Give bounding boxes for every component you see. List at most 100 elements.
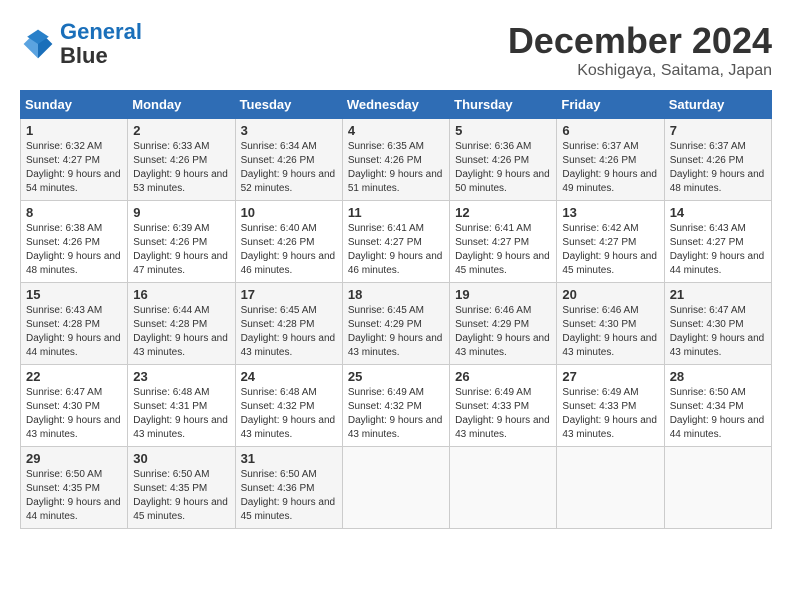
day-info: Sunrise: 6:46 AMSunset: 4:29 PMDaylight:… <box>455 304 551 360</box>
day-info: Sunrise: 6:36 AMSunset: 4:26 PMDaylight:… <box>455 140 551 196</box>
day-number: 5 <box>455 123 551 138</box>
day-number: 20 <box>562 287 658 302</box>
day-cell: 9 Sunrise: 6:39 AMSunset: 4:26 PMDayligh… <box>128 201 235 283</box>
day-info: Sunrise: 6:43 AMSunset: 4:27 PMDaylight:… <box>670 222 766 278</box>
day-number: 8 <box>26 205 122 220</box>
day-number: 24 <box>241 369 337 384</box>
day-info: Sunrise: 6:48 AMSunset: 4:31 PMDaylight:… <box>133 386 229 442</box>
day-cell: 26 Sunrise: 6:49 AMSunset: 4:33 PMDaylig… <box>450 365 557 447</box>
day-cell: 2 Sunrise: 6:33 AMSunset: 4:26 PMDayligh… <box>128 119 235 201</box>
day-info: Sunrise: 6:47 AMSunset: 4:30 PMDaylight:… <box>26 386 122 442</box>
week-row-1: 1 Sunrise: 6:32 AMSunset: 4:27 PMDayligh… <box>21 119 772 201</box>
day-info: Sunrise: 6:49 AMSunset: 4:33 PMDaylight:… <box>562 386 658 442</box>
day-cell: 14 Sunrise: 6:43 AMSunset: 4:27 PMDaylig… <box>664 201 771 283</box>
day-cell: 3 Sunrise: 6:34 AMSunset: 4:26 PMDayligh… <box>235 119 342 201</box>
day-cell: 18 Sunrise: 6:45 AMSunset: 4:29 PMDaylig… <box>342 283 449 365</box>
day-cell: 11 Sunrise: 6:41 AMSunset: 4:27 PMDaylig… <box>342 201 449 283</box>
day-number: 4 <box>348 123 444 138</box>
day-info: Sunrise: 6:40 AMSunset: 4:26 PMDaylight:… <box>241 222 337 278</box>
day-cell: 17 Sunrise: 6:45 AMSunset: 4:28 PMDaylig… <box>235 283 342 365</box>
day-number: 16 <box>133 287 229 302</box>
day-cell: 6 Sunrise: 6:37 AMSunset: 4:26 PMDayligh… <box>557 119 664 201</box>
day-number: 17 <box>241 287 337 302</box>
days-header-row: SundayMondayTuesdayWednesdayThursdayFrid… <box>21 91 772 119</box>
day-cell: 20 Sunrise: 6:46 AMSunset: 4:30 PMDaylig… <box>557 283 664 365</box>
day-header-monday: Monday <box>128 91 235 119</box>
day-cell: 5 Sunrise: 6:36 AMSunset: 4:26 PMDayligh… <box>450 119 557 201</box>
day-info: Sunrise: 6:49 AMSunset: 4:33 PMDaylight:… <box>455 386 551 442</box>
day-number: 10 <box>241 205 337 220</box>
day-info: Sunrise: 6:35 AMSunset: 4:26 PMDaylight:… <box>348 140 444 196</box>
day-number: 14 <box>670 205 766 220</box>
day-cell: 7 Sunrise: 6:37 AMSunset: 4:26 PMDayligh… <box>664 119 771 201</box>
day-cell: 13 Sunrise: 6:42 AMSunset: 4:27 PMDaylig… <box>557 201 664 283</box>
day-cell: 28 Sunrise: 6:50 AMSunset: 4:34 PMDaylig… <box>664 365 771 447</box>
day-header-sunday: Sunday <box>21 91 128 119</box>
day-info: Sunrise: 6:50 AMSunset: 4:35 PMDaylight:… <box>133 468 229 524</box>
day-number: 18 <box>348 287 444 302</box>
day-number: 19 <box>455 287 551 302</box>
day-cell: 21 Sunrise: 6:47 AMSunset: 4:30 PMDaylig… <box>664 283 771 365</box>
day-info: Sunrise: 6:47 AMSunset: 4:30 PMDaylight:… <box>670 304 766 360</box>
day-info: Sunrise: 6:38 AMSunset: 4:26 PMDaylight:… <box>26 222 122 278</box>
day-number: 13 <box>562 205 658 220</box>
day-cell: 29 Sunrise: 6:50 AMSunset: 4:35 PMDaylig… <box>21 447 128 529</box>
day-number: 26 <box>455 369 551 384</box>
day-info: Sunrise: 6:32 AMSunset: 4:27 PMDaylight:… <box>26 140 122 196</box>
day-number: 15 <box>26 287 122 302</box>
day-header-wednesday: Wednesday <box>342 91 449 119</box>
day-cell: 23 Sunrise: 6:48 AMSunset: 4:31 PMDaylig… <box>128 365 235 447</box>
page-header: General Blue December 2024 Koshigaya, Sa… <box>20 20 772 80</box>
day-number: 31 <box>241 451 337 466</box>
month-title: December 2024 <box>508 20 772 62</box>
day-cell <box>664 447 771 529</box>
day-info: Sunrise: 6:41 AMSunset: 4:27 PMDaylight:… <box>348 222 444 278</box>
day-number: 29 <box>26 451 122 466</box>
day-cell: 31 Sunrise: 6:50 AMSunset: 4:36 PMDaylig… <box>235 447 342 529</box>
day-header-tuesday: Tuesday <box>235 91 342 119</box>
day-number: 21 <box>670 287 766 302</box>
day-info: Sunrise: 6:34 AMSunset: 4:26 PMDaylight:… <box>241 140 337 196</box>
day-info: Sunrise: 6:45 AMSunset: 4:28 PMDaylight:… <box>241 304 337 360</box>
day-cell: 4 Sunrise: 6:35 AMSunset: 4:26 PMDayligh… <box>342 119 449 201</box>
day-header-friday: Friday <box>557 91 664 119</box>
location: Koshigaya, Saitama, Japan <box>508 62 772 80</box>
day-number: 9 <box>133 205 229 220</box>
day-cell: 10 Sunrise: 6:40 AMSunset: 4:26 PMDaylig… <box>235 201 342 283</box>
day-cell: 19 Sunrise: 6:46 AMSunset: 4:29 PMDaylig… <box>450 283 557 365</box>
day-info: Sunrise: 6:50 AMSunset: 4:34 PMDaylight:… <box>670 386 766 442</box>
day-number: 11 <box>348 205 444 220</box>
day-cell: 1 Sunrise: 6:32 AMSunset: 4:27 PMDayligh… <box>21 119 128 201</box>
day-number: 22 <box>26 369 122 384</box>
day-info: Sunrise: 6:49 AMSunset: 4:32 PMDaylight:… <box>348 386 444 442</box>
logo: General Blue <box>20 20 142 68</box>
day-info: Sunrise: 6:50 AMSunset: 4:36 PMDaylight:… <box>241 468 337 524</box>
day-info: Sunrise: 6:37 AMSunset: 4:26 PMDaylight:… <box>670 140 766 196</box>
day-number: 1 <box>26 123 122 138</box>
day-number: 6 <box>562 123 658 138</box>
day-cell: 15 Sunrise: 6:43 AMSunset: 4:28 PMDaylig… <box>21 283 128 365</box>
day-info: Sunrise: 6:42 AMSunset: 4:27 PMDaylight:… <box>562 222 658 278</box>
logo-text: General Blue <box>60 20 142 68</box>
day-number: 7 <box>670 123 766 138</box>
day-cell: 25 Sunrise: 6:49 AMSunset: 4:32 PMDaylig… <box>342 365 449 447</box>
day-info: Sunrise: 6:33 AMSunset: 4:26 PMDaylight:… <box>133 140 229 196</box>
calendar-table: SundayMondayTuesdayWednesdayThursdayFrid… <box>20 90 772 529</box>
day-info: Sunrise: 6:39 AMSunset: 4:26 PMDaylight:… <box>133 222 229 278</box>
day-info: Sunrise: 6:50 AMSunset: 4:35 PMDaylight:… <box>26 468 122 524</box>
day-info: Sunrise: 6:41 AMSunset: 4:27 PMDaylight:… <box>455 222 551 278</box>
day-number: 2 <box>133 123 229 138</box>
day-cell: 16 Sunrise: 6:44 AMSunset: 4:28 PMDaylig… <box>128 283 235 365</box>
day-cell: 30 Sunrise: 6:50 AMSunset: 4:35 PMDaylig… <box>128 447 235 529</box>
day-header-saturday: Saturday <box>664 91 771 119</box>
day-cell: 12 Sunrise: 6:41 AMSunset: 4:27 PMDaylig… <box>450 201 557 283</box>
title-area: December 2024 Koshigaya, Saitama, Japan <box>508 20 772 80</box>
day-info: Sunrise: 6:46 AMSunset: 4:30 PMDaylight:… <box>562 304 658 360</box>
day-info: Sunrise: 6:37 AMSunset: 4:26 PMDaylight:… <box>562 140 658 196</box>
day-info: Sunrise: 6:45 AMSunset: 4:29 PMDaylight:… <box>348 304 444 360</box>
day-cell <box>342 447 449 529</box>
logo-icon <box>20 26 56 62</box>
day-number: 27 <box>562 369 658 384</box>
week-row-2: 8 Sunrise: 6:38 AMSunset: 4:26 PMDayligh… <box>21 201 772 283</box>
day-info: Sunrise: 6:48 AMSunset: 4:32 PMDaylight:… <box>241 386 337 442</box>
